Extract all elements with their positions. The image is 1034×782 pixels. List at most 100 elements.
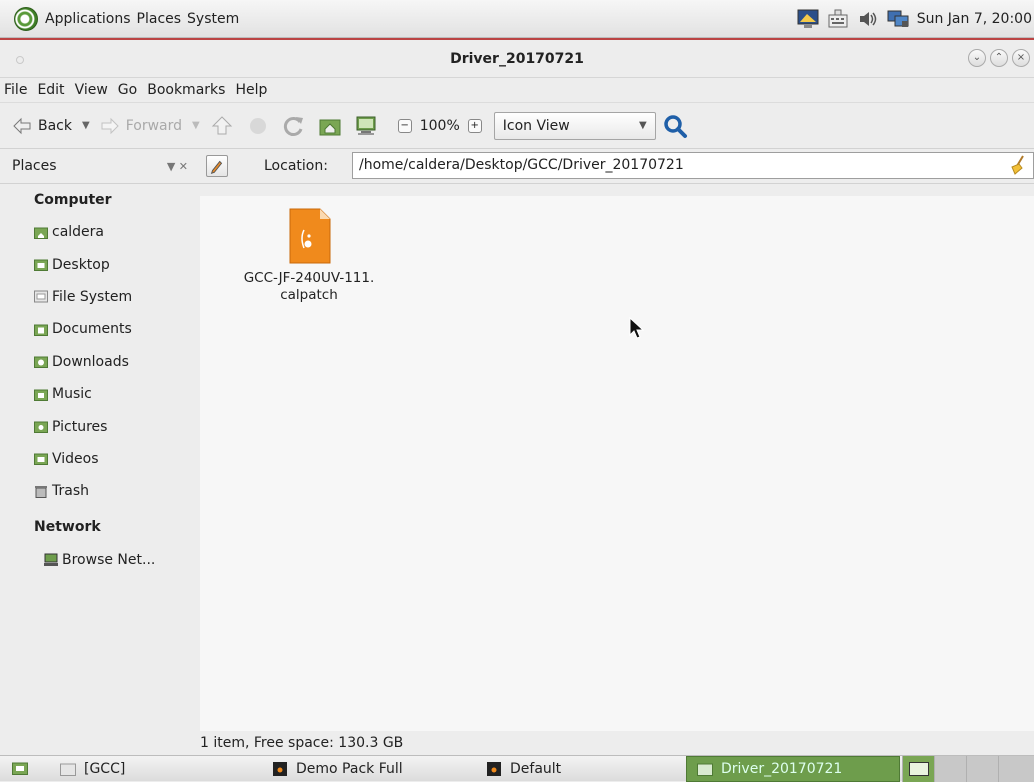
- network-icon[interactable]: [887, 9, 909, 29]
- menubar: File Edit View Go Bookmarks Help: [0, 78, 1034, 103]
- applications-menu[interactable]: Applications: [45, 11, 131, 27]
- zoom-in-button[interactable]: +: [467, 118, 482, 133]
- sidebar-item-trash[interactable]: Trash: [0, 475, 200, 507]
- workspace-window-icon: [909, 762, 929, 776]
- task-driver-20170721[interactable]: Driver_20170721: [686, 756, 900, 782]
- file-name-line2: calpatch: [280, 287, 338, 303]
- top-panel: Applications Places System Sun Jan 7, 20…: [0, 0, 1034, 38]
- computer-icon[interactable]: [354, 114, 378, 138]
- status-text: 1 item, Free space: 130.3 GB: [200, 735, 404, 751]
- forward-label: Forward: [125, 117, 183, 134]
- location-value: /home/caldera/Desktop/GCC/Driver_2017072…: [359, 157, 684, 173]
- window-title: Driver_20170721: [450, 50, 584, 67]
- search-icon[interactable]: [662, 113, 688, 139]
- sidebar-item-label: Videos: [52, 450, 99, 467]
- mint-menu-icon[interactable]: [14, 6, 38, 31]
- file-item[interactable]: GCC-JF-240UV-111. calpatch: [224, 208, 394, 304]
- task-demo-pack-full[interactable]: Demo Pack Full: [272, 756, 403, 782]
- volume-icon[interactable]: [857, 9, 879, 29]
- network-heading: Network: [34, 518, 101, 535]
- computer-heading: Computer: [34, 192, 112, 208]
- places-menu[interactable]: Places: [137, 11, 182, 27]
- show-desktop-icon[interactable]: [12, 761, 28, 775]
- location-input[interactable]: /home/caldera/Desktop/GCC/Driver_2017072…: [352, 152, 1034, 179]
- sidebar-item-label: Pictures: [52, 418, 108, 435]
- network-computer-icon: [44, 553, 58, 567]
- sidebar-controls[interactable]: ▼ ✕: [167, 160, 188, 173]
- sidebar-item-browse-network[interactable]: Browse Net...: [0, 544, 200, 576]
- display-icon[interactable]: [797, 9, 819, 29]
- workspace-2[interactable]: [934, 756, 966, 782]
- sidebar-item-file-system[interactable]: File System: [0, 281, 200, 313]
- back-arrow-icon: [13, 117, 31, 134]
- workspace-4[interactable]: [998, 756, 1034, 782]
- location-bar: Places ▼ ✕ Location: /home/caldera/Deskt…: [0, 149, 1034, 184]
- close-button[interactable]: ×: [1012, 49, 1030, 67]
- system-tray: Sun Jan 7, 20:00: [797, 0, 1034, 38]
- zoom-level: 100%: [419, 117, 460, 134]
- sidebar-item-caldera[interactable]: caldera: [0, 216, 200, 248]
- menu-bookmarks[interactable]: Bookmarks: [147, 82, 225, 98]
- sidebar-header[interactable]: Places ▼ ✕: [0, 158, 200, 174]
- workspace-3[interactable]: [966, 756, 998, 782]
- music-folder-icon: [34, 389, 48, 401]
- sidebar-item-pictures[interactable]: Pictures: [0, 410, 200, 442]
- app-icon: [487, 762, 501, 776]
- menu-view[interactable]: View: [75, 82, 108, 98]
- sidebar-item-label: Browse Net...: [62, 551, 156, 568]
- minimize-button[interactable]: ⌄: [968, 49, 986, 67]
- back-dropdown-icon[interactable]: ▼: [82, 120, 90, 131]
- sidebar-item-videos[interactable]: Videos: [0, 443, 200, 475]
- app-icon: [273, 762, 287, 776]
- sidebar-item-label: caldera: [52, 224, 105, 241]
- file-view[interactable]: GCC-JF-240UV-111. calpatch: [200, 196, 1034, 731]
- sidebar-item-music[interactable]: Music: [0, 378, 200, 410]
- drive-icon: [34, 290, 48, 303]
- keyboard-icon[interactable]: [827, 9, 849, 29]
- task-default[interactable]: Default: [486, 756, 561, 782]
- maximize-button[interactable]: ⌃: [990, 49, 1008, 67]
- forward-arrow-icon: [101, 117, 119, 134]
- places-sidebar: Computer caldera Desktop File System Doc…: [0, 184, 200, 714]
- sidebar-item-label: Trash: [52, 483, 89, 500]
- sidebar-item-documents[interactable]: Documents: [0, 313, 200, 345]
- task-gcc[interactable]: [GCC]: [60, 756, 125, 782]
- zoom-out-button[interactable]: −: [397, 118, 412, 133]
- sidebar-item-label: Music: [52, 386, 92, 403]
- up-arrow-icon[interactable]: [210, 114, 234, 138]
- downloads-folder-icon: [34, 356, 48, 369]
- file-name-line1: GCC-JF-240UV-111.: [243, 270, 375, 286]
- menu-file[interactable]: File: [4, 82, 27, 98]
- window-titlebar[interactable]: Driver_20170721 ⌄ ⌃ ×: [0, 38, 1034, 78]
- menu-edit[interactable]: Edit: [37, 82, 64, 98]
- reload-icon[interactable]: [282, 114, 306, 138]
- sidebar-item-label: Desktop: [52, 256, 110, 273]
- task-label: Default: [510, 761, 562, 777]
- clock[interactable]: Sun Jan 7, 20:00: [917, 11, 1032, 27]
- home-icon[interactable]: [318, 114, 342, 138]
- sidebar-item-downloads[interactable]: Downloads: [0, 346, 200, 378]
- back-button[interactable]: Back ▼: [12, 117, 90, 135]
- menu-go[interactable]: Go: [118, 82, 137, 98]
- system-menu[interactable]: System: [187, 11, 239, 27]
- menu-help[interactable]: Help: [235, 82, 267, 98]
- back-label: Back: [38, 117, 72, 134]
- window-menu-icon[interactable]: [16, 56, 24, 64]
- view-mode-select[interactable]: Icon View ▼: [493, 111, 656, 140]
- clear-location-icon[interactable]: [1009, 155, 1027, 175]
- edit-location-icon[interactable]: [206, 155, 228, 177]
- forward-button[interactable]: Forward ▼: [100, 117, 200, 135]
- mouse-cursor-icon: [629, 317, 645, 339]
- forward-dropdown-icon[interactable]: ▼: [192, 120, 200, 131]
- folder-icon: [697, 763, 713, 776]
- sidebar-item-label: Downloads: [52, 353, 129, 370]
- folder-icon: [60, 763, 76, 776]
- workspace-1[interactable]: [902, 756, 934, 782]
- pictures-folder-icon: [34, 421, 48, 434]
- documents-folder-icon: [34, 324, 48, 336]
- sidebar-item-desktop[interactable]: Desktop: [0, 248, 200, 280]
- stop-icon[interactable]: [246, 114, 270, 138]
- chevron-down-icon: ▼: [639, 120, 647, 131]
- calpatch-file-icon: [289, 208, 331, 264]
- sidebar-item-label: File System: [52, 288, 133, 305]
